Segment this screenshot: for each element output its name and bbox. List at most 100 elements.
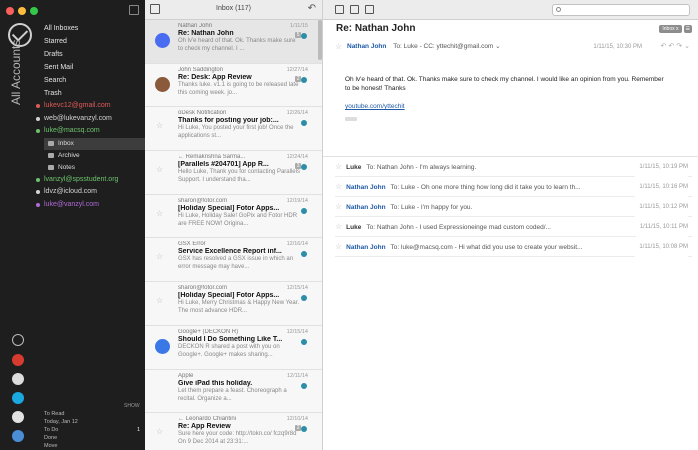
collapse-sidebar-icon[interactable] (129, 5, 139, 15)
more-icon[interactable]: ⌄ (684, 43, 692, 50)
message-sender: Google+ (DECKON R) (178, 328, 239, 335)
account-icon[interactable] (12, 392, 24, 404)
trash-icon[interactable] (350, 5, 359, 14)
message-preview: Hi Luke, Merry Christmas & Happy New Yea… (178, 300, 300, 315)
to-read-item[interactable]: To Read (44, 410, 140, 418)
account-item[interactable]: lvanzyl@spsstudent.org (36, 174, 145, 187)
window-controls (6, 7, 38, 15)
folder-icon (48, 164, 54, 170)
archive-icon[interactable] (335, 5, 344, 14)
sender-avatar[interactable] (155, 338, 170, 354)
account-item[interactable]: luke@vanzyl.com (36, 199, 145, 212)
star-icon[interactable]: ☆ (156, 209, 163, 218)
message-header[interactable]: ☆ Nathan John To: Luke - CC: yttechit@gm… (335, 40, 692, 54)
today-item[interactable]: Today, Jan 12 (44, 418, 140, 426)
sidebar: All Accounts All Inboxes Starred Drafts … (0, 0, 145, 450)
collapsed-snippet: To: Nathan John - I used Expressioneinge… (366, 224, 551, 231)
star-icon[interactable]: ☆ (335, 222, 342, 231)
message-subject: Re: Desk: App Review (178, 73, 252, 81)
account-icon-blue[interactable] (12, 430, 24, 442)
account-item[interactable]: ldvz@icloud.com (36, 186, 145, 199)
message-list-item[interactable]: Google+ (DECKON R) Should I Do Something … (145, 326, 322, 370)
star-icon[interactable]: ☆ (335, 182, 342, 191)
star-icon[interactable]: ☆ (156, 428, 163, 436)
sender-avatar[interactable] (155, 33, 170, 48)
collapsed-message[interactable]: ☆ Luke To: Nathan John - I'm always learni… (335, 157, 692, 177)
service-icons (12, 334, 28, 449)
message-date: 12/24/14 (286, 154, 308, 161)
done-item[interactable]: Done (44, 434, 140, 442)
nav-starred[interactable]: Starred (44, 35, 144, 48)
show-quoted-button[interactable] (345, 117, 357, 121)
gmail-icon[interactable] (12, 354, 24, 366)
account-item[interactable]: lukevc12@gmail.com (36, 100, 145, 113)
message-subject: Give iPad this holiday. (178, 379, 253, 387)
forward-icon[interactable]: ↷ (676, 43, 684, 50)
folder-item[interactable]: Notes (44, 162, 145, 174)
nav-search[interactable]: Search (44, 74, 144, 87)
move-icon[interactable] (365, 5, 374, 14)
star-icon[interactable]: ☆ (156, 166, 163, 174)
collapsed-message[interactable]: ☆ Nathan John To: luke@macsq.com - Hi what… (335, 237, 692, 257)
account-color-dot (36, 202, 40, 207)
inbox-tag[interactable]: Inbox x (659, 25, 682, 33)
collapsed-date: 1/11/15, 10:16 PM (635, 177, 688, 197)
message-sender: Apple (178, 372, 194, 379)
collapsed-date: 1/11/15, 10:12 PM (635, 197, 688, 217)
maximize-window-button[interactable] (30, 7, 38, 15)
message-date: 1/11/15, 10:30 PM (593, 44, 642, 50)
star-icon[interactable]: ☆ (156, 122, 163, 130)
message-list-item[interactable]: ☆ oDesk Notification Thanks for posting yo… (145, 107, 322, 152)
collapsed-message[interactable]: ☆ Nathan John To: Luke - Oh one more thing… (335, 177, 692, 197)
search-input[interactable] (552, 4, 690, 16)
message-list-item[interactable]: ☆ sharon@fotor.com [Holiday Special] Fotor… (145, 282, 322, 326)
icloud-icon[interactable] (12, 411, 24, 423)
star-icon[interactable]: ☆ (335, 242, 342, 251)
nav-all-inboxes[interactable]: All Inboxes (44, 22, 144, 35)
to-do-item[interactable]: To Do 1 (44, 426, 140, 434)
message-subject: [Holiday Special] Fotor Apps... (178, 292, 280, 300)
account-item[interactable]: web@lukevanzyl.com (36, 113, 145, 126)
thread-menu-icon[interactable]: ☰ (683, 25, 692, 33)
folder-label: Inbox (58, 139, 74, 147)
message-list-item[interactable]: Apple Give iPad this holiday. Let them pre… (145, 370, 322, 414)
chevron-down-icon[interactable]: ⌄ (493, 43, 500, 50)
account-indicator-dot (301, 338, 307, 345)
tag-remove-icon[interactable]: x (676, 26, 679, 32)
sender-avatar[interactable] (155, 382, 170, 398)
nav-trash[interactable]: Trash (44, 87, 144, 100)
star-icon[interactable]: ☆ (335, 40, 342, 54)
reply-icon[interactable]: ↶ (308, 4, 316, 14)
folder-item[interactable]: Archive (44, 150, 145, 162)
show-toggle[interactable]: SHOW (124, 403, 140, 409)
message-list-item[interactable]: ☆ ← Leonardo Chiantini Re: App Review Sure … (145, 413, 322, 450)
message-list-item[interactable]: John Saddington Re: Desk: App Review Thank… (145, 64, 322, 108)
mail-account-icon[interactable] (12, 373, 24, 385)
checkmark-icon[interactable] (12, 334, 24, 346)
folder-item[interactable]: Inbox (44, 137, 145, 150)
account-item[interactable]: luke@macsq.com (36, 125, 145, 138)
nav-sent-mail[interactable]: Sent Mail (44, 61, 144, 74)
message-list-item[interactable]: ☆ GSX Error Service Excellence Report inf.… (145, 238, 322, 283)
star-icon[interactable]: ☆ (335, 202, 342, 211)
mail-app-window: All Accounts All Inboxes Starred Drafts … (0, 0, 698, 450)
minimize-window-button[interactable] (18, 7, 26, 15)
sender-avatar[interactable] (155, 76, 170, 92)
collapsed-message[interactable]: ☆ Nathan John To: Luke - I'm happy for you… (335, 197, 692, 217)
list-scrollbar[interactable] (318, 20, 322, 60)
message-list-item[interactable]: Nathan John Re: Nathan John Oh lv'e heard … (145, 20, 322, 64)
message-recipients: To: Luke - CC: yttechit@gmail.com (393, 43, 494, 50)
star-icon[interactable]: ☆ (156, 297, 163, 305)
star-icon[interactable]: ☆ (156, 253, 163, 261)
youtube-link[interactable]: youtube.com/yttechit (345, 102, 405, 111)
collapsed-message[interactable]: ☆ Luke To: Nathan John - I used Expression… (335, 217, 692, 237)
message-from[interactable]: Nathan John (347, 43, 386, 50)
star-icon[interactable]: ☆ (335, 162, 342, 171)
message-list-item[interactable]: ☆ sharon@fotor.com [Holiday Special] Fotor… (145, 195, 322, 239)
message-list-item[interactable]: ☆ ← Remakrishna Sarma... [Parallels #20470… (145, 151, 322, 195)
message-list: Nathan John Re: Nathan John Oh lv'e heard … (145, 20, 322, 450)
more-item[interactable]: Move (44, 442, 140, 450)
collapsed-snippet: To: luke@macsq.com - Hi what did you use… (390, 244, 583, 251)
nav-drafts[interactable]: Drafts (44, 48, 144, 61)
close-window-button[interactable] (6, 7, 14, 15)
